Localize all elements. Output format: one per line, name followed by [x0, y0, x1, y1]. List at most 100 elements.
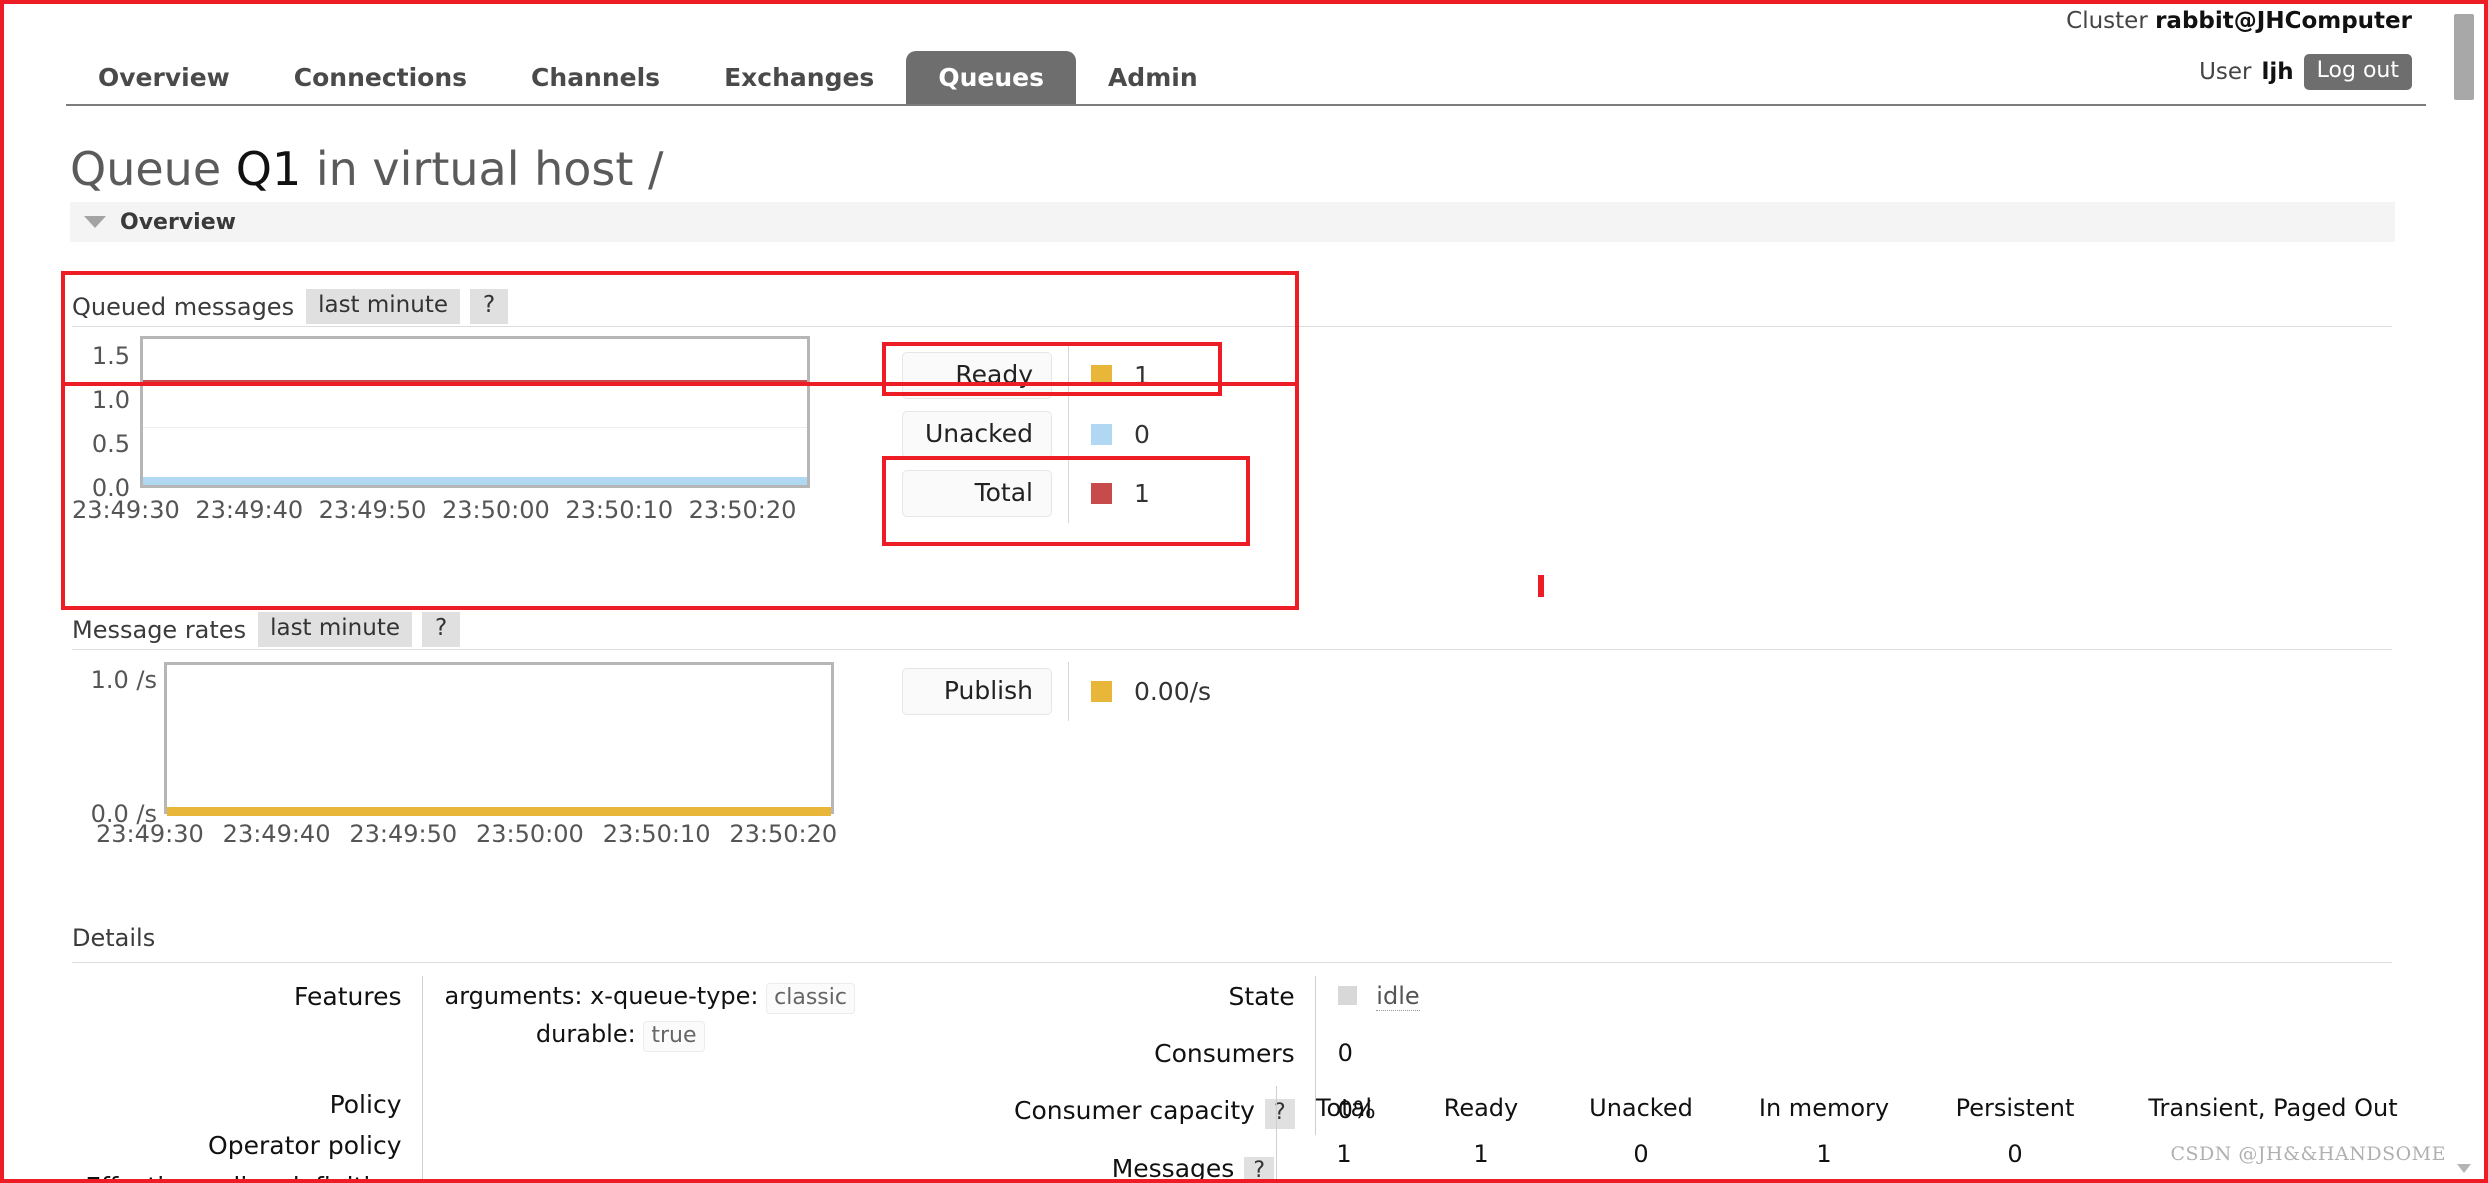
nav-underline — [66, 104, 2426, 106]
messages-val-total: 1 — [1282, 1140, 1406, 1168]
legend-swatch-ready — [1091, 365, 1112, 386]
x-tick-4: 23:50:10 — [603, 820, 730, 848]
cluster-name: rabbit@JHComputer — [2155, 8, 2412, 34]
chevron-down-icon[interactable] — [2457, 1164, 2471, 1173]
messages-val-unacked: 0 — [1556, 1140, 1726, 1168]
nav-tab-overview[interactable]: Overview — [66, 51, 262, 106]
queued-messages-period-chip[interactable]: last minute — [306, 289, 460, 324]
logout-button[interactable]: Log out — [2304, 54, 2412, 90]
messages-val-ready: 1 — [1406, 1140, 1556, 1168]
chevron-down-icon — [84, 216, 106, 228]
messages-val-persistent: 0 — [1922, 1140, 2108, 1168]
rates-chart-x-axis: 23:49:30 23:49:40 23:49:50 23:50:00 23:5… — [96, 820, 856, 848]
details-value-consumers: 0 — [1315, 1017, 1835, 1074]
legend-row-ready: Ready 1 — [902, 346, 1150, 405]
cluster-label: Cluster — [2066, 8, 2148, 34]
x-tick-5: 23:50:20 — [689, 496, 812, 524]
details-key-policy: Policy — [72, 1054, 422, 1125]
rates-chart-plot-area — [164, 662, 834, 814]
messages-divider — [1276, 1086, 1277, 1183]
legend-value-publish: 0.00/s — [1134, 677, 1211, 706]
gridline-0.5 — [143, 427, 807, 428]
legend-label-publish[interactable]: Publish — [902, 668, 1052, 715]
queued-chart-x-axis: 23:49:30 23:49:40 23:49:50 23:50:00 23:5… — [72, 496, 812, 524]
page-title-prefix: Queue — [70, 142, 221, 196]
legend-label-ready[interactable]: Ready — [902, 352, 1052, 399]
details-value-policy — [422, 1054, 1022, 1125]
x-tick-2: 23:49:50 — [319, 496, 442, 524]
user-label: User — [2199, 59, 2251, 85]
details-value-effective-policy — [422, 1166, 1022, 1183]
y-tick-1.5: 1.5 — [92, 344, 130, 368]
nav-tab-admin[interactable]: Admin — [1076, 51, 1230, 106]
details-key-consumers: Consumers — [1014, 1017, 1315, 1074]
messages-col-ready: Ready — [1406, 1094, 1556, 1140]
details-value-state: idle — [1376, 982, 1419, 1011]
series-line-unacked — [143, 477, 807, 485]
queued-messages-chart: 1.5 1.0 0.5 0.0 23:49:30 23:49:40 23:49:… — [72, 344, 812, 534]
details-key-state: State — [1014, 976, 1315, 1017]
x-tick-4: 23:50:10 — [565, 496, 688, 524]
message-rates-legend: Publish 0.00/s — [902, 662, 1211, 721]
queued-chart-plot-area — [140, 336, 810, 488]
queued-messages-header: Queued messages last minute ? — [72, 289, 508, 324]
user-name: ljh — [2262, 59, 2294, 85]
message-rates-period-chip[interactable]: last minute — [258, 612, 412, 647]
queued-messages-rule — [72, 326, 2392, 327]
annotation-stray-mark — [1538, 575, 1544, 597]
details-key-operator-policy: Operator policy — [72, 1125, 422, 1166]
watermark: CSDN @JH&&HANDSOME — [2170, 1143, 2446, 1165]
nav-tab-channels[interactable]: Channels — [499, 51, 692, 106]
message-rates-help-icon[interactable]: ? — [422, 612, 460, 647]
messages-col-in-memory: In memory — [1726, 1094, 1922, 1140]
legend-value-ready: 1 — [1134, 361, 1150, 390]
x-tick-5: 23:50:20 — [729, 820, 856, 848]
details-key-messages: Messages — [1112, 1154, 1235, 1183]
message-rates-chart: 1.0 /s 0.0 /s 23:49:30 23:49:40 23:49:50… — [72, 662, 872, 862]
nav-tab-exchanges[interactable]: Exchanges — [692, 51, 906, 106]
messages-col-unacked: Unacked — [1556, 1094, 1726, 1140]
x-tick-1: 23:49:40 — [195, 496, 318, 524]
details-left-table: Features arguments: x-queue-type: classi… — [72, 976, 1022, 1183]
y-tick-0.5: 0.5 — [92, 432, 130, 456]
details-row-state: State idle — [1014, 976, 1835, 1017]
messages-col-transient-paged-out: Transient, Paged Out — [2108, 1094, 2438, 1140]
x-tick-2: 23:49:50 — [349, 820, 476, 848]
details-key-features: Features — [72, 976, 422, 1054]
messages-help-icon[interactable]: ? — [1244, 1157, 1274, 1183]
legend-label-unacked[interactable]: Unacked — [902, 411, 1052, 458]
details-row-policy: Policy — [72, 1054, 1022, 1125]
x-tick-3: 23:50:00 — [442, 496, 565, 524]
scrollbar-thumb[interactable] — [2454, 14, 2474, 100]
vertical-scrollbar[interactable] — [2454, 8, 2480, 1183]
feature-arguments-key: arguments: — [445, 982, 583, 1010]
x-tick-0: 23:49:30 — [96, 820, 223, 848]
page-title: Queue Q1 in virtual host / — [70, 142, 664, 196]
user-info: User ljh Log out — [2199, 54, 2412, 90]
legend-row-publish: Publish 0.00/s — [902, 662, 1211, 721]
details-row-effective-policy: Effective policy definition — [72, 1166, 1022, 1183]
feature-arguments-value: classic — [766, 983, 855, 1014]
legend-row-unacked: Unacked 0 — [902, 405, 1150, 464]
details-row-operator-policy: Operator policy — [72, 1125, 1022, 1166]
queued-messages-help-icon[interactable]: ? — [470, 289, 508, 324]
messages-col-persistent: Persistent — [1922, 1094, 2108, 1140]
page-title-suffix: in virtual host — [316, 142, 634, 196]
legend-value-total: 1 — [1134, 479, 1150, 508]
legend-swatch-total — [1091, 483, 1112, 504]
messages-row-label: Messages? — [1094, 1154, 1274, 1183]
y-tick-1.0: 1.0 — [92, 388, 130, 412]
legend-swatch-unacked — [1091, 424, 1112, 445]
messages-val-in-memory: 1 — [1726, 1140, 1922, 1168]
details-rule — [72, 962, 2392, 963]
queued-chart-y-axis: 1.5 1.0 0.5 0.0 — [72, 344, 130, 494]
legend-label-total[interactable]: Total — [902, 470, 1052, 517]
page-title-vhost: / — [648, 142, 664, 196]
feature-arguments-subkey: x-queue-type: — [590, 982, 758, 1010]
nav-tab-connections[interactable]: Connections — [262, 51, 499, 106]
series-line-publish — [167, 807, 831, 816]
cluster-info: Cluster rabbit@JHComputer — [2066, 8, 2412, 34]
message-rates-title: Message rates — [72, 616, 246, 644]
nav-tab-queues[interactable]: Queues — [906, 51, 1076, 106]
overview-section-header[interactable]: Overview — [70, 202, 2395, 242]
